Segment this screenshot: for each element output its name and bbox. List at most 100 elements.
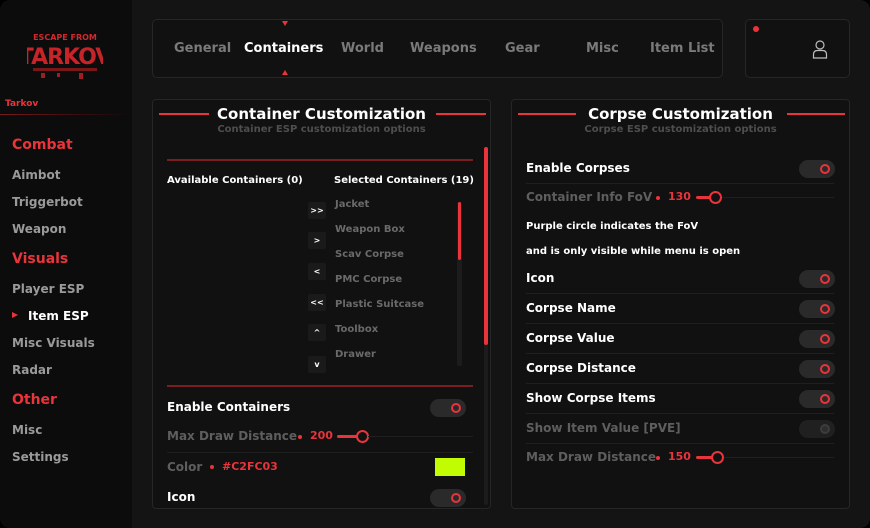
status-dot [753,26,759,32]
sidebar-heading-visuals: Visuals [12,251,69,267]
sidebar-item-player-esp[interactable]: Player ESP [12,282,84,296]
panel-title: Container Customization [217,105,426,123]
sidebar-item-aimbot[interactable]: Aimbot [12,168,60,182]
sidebar-item-misc[interactable]: Misc [12,423,42,437]
sidebar-heading-other: Other [12,392,57,408]
toggle-knob [820,274,830,284]
tab-world[interactable]: World [341,41,384,56]
toggle-knob [451,403,461,413]
enable-containers-toggle[interactable] [430,399,466,417]
section-divider-bottom [167,385,473,387]
corpse-customization-panel: Corpse Customization Corpse ESP customiz… [511,99,850,509]
corpse-value-toggle[interactable] [799,330,835,348]
tab-active-bottom-indicator-icon [282,70,288,75]
toggle-knob [820,334,830,344]
row-divider [526,383,834,384]
main-content: General Containers World Weapons Gear Mi… [132,0,870,528]
panel-subtitle: Corpse ESP customization options [584,124,777,135]
tab-general[interactable]: General [174,41,231,56]
selected-list-item[interactable]: Plastic Suitcase [335,299,424,310]
fov-note-line-2: and is only visible while menu is open [526,246,741,257]
selected-containers-header: Selected Containers (19) [334,175,474,186]
row-divider [526,183,834,184]
selected-list-item[interactable]: Weapon Box [335,224,405,235]
enable-containers-label: Enable Containers [167,400,291,414]
game-logo: ESCAPE FROM TARKOV [27,33,103,79]
row-divider [526,443,834,444]
selected-list-item[interactable]: Toolbox [335,324,378,335]
icon-label: Icon [167,490,196,504]
max-draw-distance-label: Max Draw Distance [167,429,298,443]
move-all-right-button[interactable]: >> [308,202,326,219]
slider-rail [368,436,473,437]
value-dot [656,196,660,200]
svg-text:ESCAPE FROM: ESCAPE FROM [33,33,97,42]
tab-containers[interactable]: Containers [244,41,323,56]
user-icon[interactable] [812,39,828,59]
color-value: #C2FC03 [222,460,278,473]
sidebar-item-misc-visuals[interactable]: Misc Visuals [12,336,95,350]
corpse-name-label: Corpse Name [526,301,616,315]
active-marker-icon [12,312,18,318]
corpse-name-toggle[interactable] [799,300,835,318]
selected-list-item[interactable]: PMC Corpse [335,274,402,285]
row-divider [526,413,834,414]
selected-list-scrollbar-thumb[interactable] [458,202,461,260]
corpse-distance-label: Corpse Distance [526,361,636,375]
corpse-icon-toggle[interactable] [799,270,835,288]
row-divider [526,293,834,294]
max-draw-distance-value: 150 [668,450,691,463]
panel-title: Corpse Customization [588,105,773,123]
move-all-left-button[interactable]: << [308,294,326,311]
enable-corpses-label: Enable Corpses [526,161,630,175]
section-divider-top [167,159,473,161]
max-draw-distance-slider-knob[interactable] [711,451,724,464]
sidebar-item-settings[interactable]: Settings [12,450,69,464]
user-box[interactable] [745,19,850,78]
tab-misc[interactable]: Misc [586,41,619,56]
row-divider [526,353,834,354]
brand-divider [0,114,132,115]
slider-rail [724,457,834,458]
tab-active-top-indicator-icon [282,21,288,26]
tab-bar: General Containers World Weapons Gear Mi… [152,19,723,78]
tab-gear[interactable]: Gear [505,41,540,56]
sidebar-item-triggerbot[interactable]: Triggerbot [12,195,83,209]
icon-toggle[interactable] [430,489,466,507]
move-right-button[interactable]: > [308,232,326,249]
toggle-knob [820,424,830,434]
show-item-value-toggle[interactable] [799,420,835,438]
available-containers-header: Available Containers (0) [167,175,303,186]
corpse-icon-label: Icon [526,271,555,285]
app-window: ESCAPE FROM TARKOV Tarkov Combat Aimbot … [0,0,870,528]
row-divider [167,452,473,453]
panel-scrollbar-thumb[interactable] [484,147,488,345]
selected-list-item[interactable]: Jacket [335,199,369,210]
row-divider [526,323,834,324]
selected-list-item[interactable]: Scav Corpse [335,249,404,260]
corpse-value-label: Corpse Value [526,331,615,345]
corpse-distance-toggle[interactable] [799,360,835,378]
enable-corpses-toggle[interactable] [799,160,835,178]
sidebar-item-radar[interactable]: Radar [12,363,52,377]
sidebar: ESCAPE FROM TARKOV Tarkov Combat Aimbot … [0,0,132,528]
color-label: Color [167,460,203,474]
max-draw-distance-label: Max Draw Distance [526,450,657,464]
move-down-button[interactable]: v [308,356,326,373]
show-corpse-items-toggle[interactable] [799,390,835,408]
max-draw-distance-value: 200 [310,429,333,442]
tab-weapons[interactable]: Weapons [410,41,477,56]
panel-subtitle: Container ESP customization options [217,124,426,135]
move-up-button[interactable]: ^ [308,324,326,341]
sidebar-item-weapon[interactable]: Weapon [12,222,66,236]
container-info-fov-slider-knob[interactable] [709,191,722,204]
container-customization-panel: Container Customization Container ESP cu… [152,99,491,509]
selected-list-item[interactable]: Drawer [335,349,376,360]
move-left-button[interactable]: < [308,263,326,280]
tab-item-list[interactable]: Item List [650,41,715,56]
container-info-fov-value: 130 [668,190,691,203]
slider-rail [722,197,834,198]
value-dot [210,465,214,469]
color-swatch[interactable] [435,458,465,476]
sidebar-item-item-esp[interactable]: Item ESP [28,309,89,323]
